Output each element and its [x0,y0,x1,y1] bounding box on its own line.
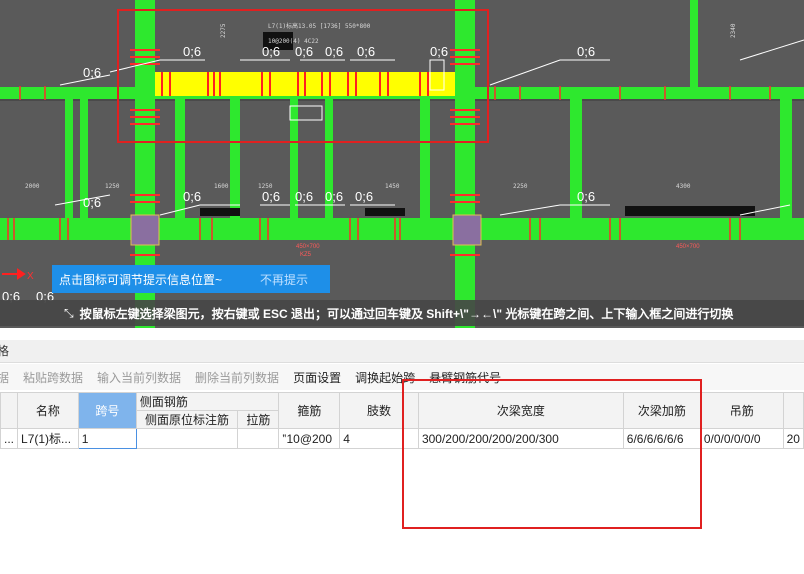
beam-table-panel: 格 据 粘贴跨数据 输入当前列数据 删除当前列数据 页面设置 调换起始跨 悬臂钢… [0,328,804,574]
dim-mid-2: 1250 [105,183,120,190]
annotation-15: 0;6 [577,189,595,204]
header-secondary-add: 次梁加筋 [622,392,701,429]
axis-x-label: X [27,271,34,282]
toolbar-input-column-data[interactable]: 输入当前列数据 [97,369,181,386]
header-legs: 肢数 [339,392,419,429]
header-name: 名称 [17,392,79,429]
annotation-13: 0;6 [325,189,343,204]
cell-secondary-width[interactable]: 300/200/200/200/200/300 [417,428,624,449]
header-hanger: 吊筋 [699,392,784,429]
annotation-9: 0;6 [83,195,101,210]
toolbar-delete-column-data[interactable]: 删除当前列数据 [195,369,279,386]
hint-dismiss-button[interactable]: 不再提示 [260,271,308,288]
annotation-5: 0;6 [357,44,375,59]
cell-stirrup[interactable]: ‟10@200 [278,428,341,449]
header-side-group: 侧面钢筋 [135,392,280,411]
header-extra [782,392,804,429]
table-toolbar: 据 粘贴跨数据 输入当前列数据 删除当前列数据 页面设置 调换起始跨 悬臂钢筋代… [0,364,804,390]
beam-span-table: 名称 跨号 侧面钢筋 箍筋 肢数 次梁宽度 次梁加筋 吊筋 侧面原位标注筋 拉筋… [0,392,804,449]
annotation-3: 0;6 [295,44,313,59]
toolbar-copy-data[interactable]: 据 [0,369,9,386]
hint-text: 点击图标可调节提示信息位置~ [59,272,223,287]
hint-banner[interactable]: 点击图标可调节提示信息位置~ 不再提示 [52,265,330,293]
header-secondary-width: 次梁宽度 [417,392,624,429]
dim-top-2: 2340 [730,23,737,38]
cell-secondary-add[interactable]: 6/6/6/6/6/6 [622,428,701,449]
dim-mid-1: 2000 [25,183,40,190]
toolbar-paste-span-data[interactable]: 粘贴跨数据 [23,369,83,386]
cell-side-mark[interactable] [135,428,239,449]
annotation-10: 0;6 [183,189,201,204]
panel-title: 格 [0,340,804,363]
cell-legs[interactable]: 4 [339,428,419,449]
header-side-mark: 侧面原位标注筋 [135,410,239,429]
cursor-arrow-icon: ⤡ [64,305,74,320]
annotation-14: 0;6 [355,189,373,204]
annotation-8: 0;6 [83,65,101,80]
header-stirrup: 箍筋 [278,392,341,429]
annotation-12: 0;6 [295,189,313,204]
header-span[interactable]: 跨号 [77,392,137,429]
annotation-7: 0;6 [577,44,595,59]
dim-top-1: 2275 [220,23,227,38]
annotation-4: 0;6 [325,44,343,59]
status-bar: ⤡ 按鼠标左键选择梁图元，按右键或 ESC 退出；可以通过回车键及 Shift+… [0,300,804,326]
status-text: 按鼠标左键选择梁图元，按右键或 ESC 退出；可以通过回车键及 Shift+\"… [79,306,734,321]
toolbar-page-setup[interactable]: 页面设置 [293,369,341,386]
toolbar-cantilever-code[interactable]: 悬臂钢筋代号 [429,369,501,386]
cell-hanger[interactable]: 0/0/0/0/0/0 [699,428,784,449]
dim-mid-5: 1450 [385,183,400,190]
annotation-11: 0;6 [262,189,280,204]
dim-mid-3: 1600 [214,183,229,190]
cell-lead[interactable]: ... [0,428,19,449]
toolbar-swap-start-span[interactable]: 调换起始跨 [355,369,415,386]
dim-mid-7: 4300 [676,183,691,190]
beam-label-line1: L7(1)标高13.05 [1736] 550*800 [268,22,371,30]
table-row[interactable]: ... L7(1)标... 1 ‟10@200 4 300/200/200/20… [0,428,804,449]
cell-span[interactable]: 1 [77,428,137,449]
annotation-2: 0;6 [262,44,280,59]
annotation-1: 0;6 [183,44,201,59]
cell-name[interactable]: L7(1)标... [17,428,79,449]
dim-mid-6: 2250 [513,183,528,190]
beam-size-2: KZ5 [300,252,312,258]
beam-size-3: 450×700 [676,244,700,250]
cell-extra[interactable]: 20 [782,428,804,449]
cell-tie[interactable] [237,428,280,449]
beam-size-1: 450×700 [296,244,320,250]
header-tie: 拉筋 [237,410,280,429]
annotation-6: 0;6 [430,44,448,59]
header-lead [0,392,19,429]
